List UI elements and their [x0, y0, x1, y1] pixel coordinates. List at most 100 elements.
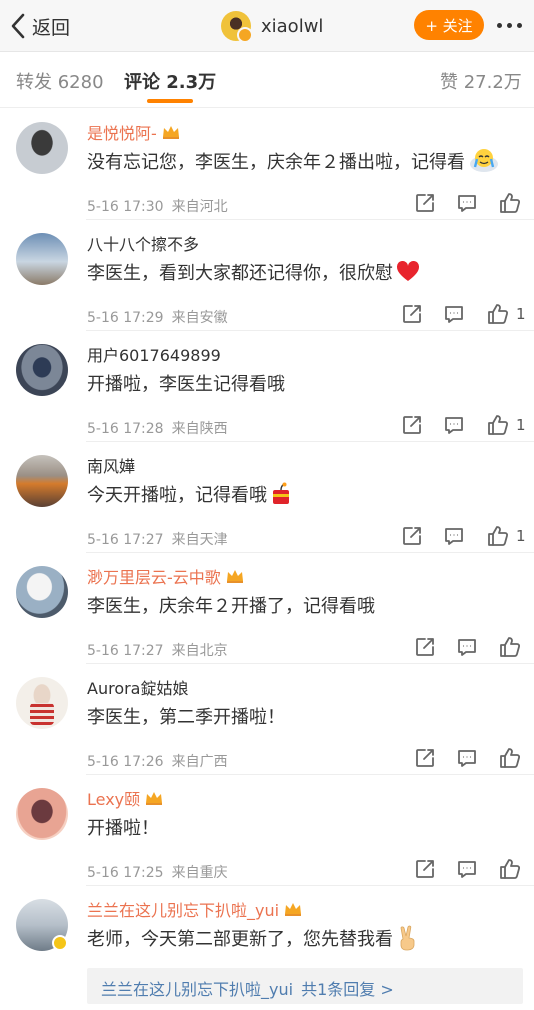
chevron-left-icon: [11, 13, 25, 39]
comment-list: 是悦悦阿- 没有忘记您，李医生，庆余年２播出啦，记得看 5-16 17:30 来自…: [0, 108, 534, 996]
share-icon[interactable]: [414, 635, 438, 659]
comment-text: 没有忘记您，李医生，庆余年２播出啦，记得看: [87, 148, 500, 174]
comment-author[interactable]: 八十八个擦不多: [87, 231, 199, 255]
tab-bar: 转发 6280 评论 2.3万 赞 27.2万: [0, 52, 534, 108]
comment-text: 开播啦，李医生记得看哦: [87, 374, 285, 395]
share-icon[interactable]: [401, 302, 425, 326]
like-icon[interactable]: [498, 857, 522, 881]
firecracker-emoji: [273, 482, 289, 504]
follow-button[interactable]: + 关注: [414, 10, 484, 40]
avatar[interactable]: [16, 122, 68, 174]
avatar[interactable]: [16, 566, 68, 618]
like-icon[interactable]: [498, 191, 522, 215]
comment-meta: 5-16 17:26 来自广西: [87, 751, 228, 771]
comment-icon[interactable]: [456, 191, 480, 215]
comment-icon[interactable]: [456, 857, 480, 881]
comment-icon[interactable]: [456, 746, 480, 770]
like-count: 1: [516, 527, 526, 545]
avatar[interactable]: [16, 788, 68, 840]
comment-item: Lexy颐 开播啦！ 5-16 17:25 来自重庆: [0, 774, 534, 885]
avatar[interactable]: [16, 455, 68, 507]
comment-icon[interactable]: [443, 413, 467, 437]
verified-badge: [52, 935, 68, 951]
comment-location: 来自天津: [171, 532, 228, 548]
comment-author[interactable]: 用户6017649899: [87, 342, 221, 366]
comment-meta: 5-16 17:27 来自天津: [87, 529, 228, 549]
active-tab-indicator: [147, 99, 193, 103]
share-icon[interactable]: [401, 524, 425, 548]
reply-author[interactable]: 兰兰在这儿别忘下扒啦_yui: [101, 980, 293, 999]
comment-location: 来自安徽: [171, 310, 228, 326]
crown-icon: [226, 570, 243, 583]
comment-icon[interactable]: [443, 302, 467, 326]
share-icon[interactable]: [414, 191, 438, 215]
avatar[interactable]: [221, 11, 253, 43]
share-icon[interactable]: [414, 857, 438, 881]
comment-item: 是悦悦阿- 没有忘记您，李医生，庆余年２播出啦，记得看 5-16 17:30 来自…: [0, 108, 534, 219]
comment-meta: 5-16 17:27 来自北京: [87, 640, 228, 660]
avatar[interactable]: [16, 233, 68, 285]
comment-meta: 5-16 17:29 来自安徽: [87, 307, 228, 327]
nav-header: 返回 xiaolwl + 关注: [0, 0, 534, 52]
comment-author[interactable]: 渺万里层云-云中歌: [87, 564, 245, 588]
comment-meta: 5-16 17:30 来自河北: [87, 196, 228, 216]
comment-text: 李医生，第二季开播啦！: [87, 707, 285, 728]
username[interactable]: xiaolwl: [261, 16, 323, 37]
comment-icon[interactable]: [456, 635, 480, 659]
like-count: 1: [516, 305, 526, 323]
like-icon[interactable]: 1: [486, 524, 526, 548]
comment-time: 5-16 17:27: [87, 643, 164, 659]
avatar[interactable]: [16, 899, 68, 951]
reply-preview[interactable]: 兰兰在这儿别忘下扒啦_yui 共1条回复 >: [87, 968, 523, 1004]
comment-location: 来自重庆: [171, 865, 228, 881]
back-label: 返回: [32, 16, 71, 39]
comment-item: Aurora錠姑娘 李医生，第二季开播啦！ 5-16 17:26 来自广西: [0, 663, 534, 774]
comment-item: 南风嬅 今天开播啦，记得看哦 5-16 17:27 来自天津 1: [0, 441, 534, 552]
like-icon[interactable]: [498, 635, 522, 659]
avatar[interactable]: [16, 677, 68, 729]
more-icon[interactable]: [492, 10, 526, 40]
comment-text: 老师，今天第二部更新了，您先替我看: [87, 925, 420, 951]
comment-location: 来自河北: [171, 199, 228, 215]
tab-likes[interactable]: 赞 27.2万: [440, 68, 522, 94]
comment-text: 今天开播啦，记得看哦: [87, 481, 292, 507]
reply-count[interactable]: 共1条回复 >: [301, 980, 394, 999]
avatar[interactable]: [16, 344, 68, 396]
tab-comments[interactable]: 评论 2.3万: [124, 68, 216, 94]
comment-item: 渺万里层云-云中歌 李医生，庆余年２开播了，记得看哦 5-16 17:27 来自北…: [0, 552, 534, 663]
comment-text: 开播啦！: [87, 818, 159, 839]
comment-time: 5-16 17:28: [87, 421, 164, 437]
comment-location: 来自广西: [171, 754, 228, 770]
like-icon[interactable]: [498, 746, 522, 770]
crown-icon: [285, 903, 302, 916]
comment-meta: 5-16 17:28 来自陕西: [87, 418, 228, 438]
comment-meta: 5-16 17:25 来自重庆: [87, 862, 228, 882]
victory-hand-emoji: [400, 925, 415, 951]
like-icon[interactable]: 1: [486, 302, 526, 326]
crying-emoji: [470, 149, 498, 172]
comment-time: 5-16 17:27: [87, 532, 164, 548]
profile-link[interactable]: xiaolwl: [221, 9, 323, 43]
share-icon[interactable]: [414, 746, 438, 770]
comment-author[interactable]: Lexy颐: [87, 786, 164, 810]
comment-author[interactable]: 南风嬅: [87, 453, 135, 477]
comment-icon[interactable]: [443, 524, 467, 548]
comment-author[interactable]: 兰兰在这儿别忘下扒啦_yui: [87, 897, 303, 921]
comment-time: 5-16 17:30: [87, 199, 164, 215]
comment-time: 5-16 17:26: [87, 754, 164, 770]
comment-item: 用户6017649899 开播啦，李医生记得看哦 5-16 17:28 来自陕西 …: [0, 330, 534, 441]
back-button[interactable]: 返回: [10, 8, 70, 44]
like-icon[interactable]: 1: [486, 413, 526, 437]
share-icon[interactable]: [401, 413, 425, 437]
comment-author[interactable]: 是悦悦阿-: [87, 120, 181, 144]
comment-time: 5-16 17:25: [87, 865, 164, 881]
heart-emoji: [396, 261, 420, 281]
comment-author[interactable]: Aurora錠姑娘: [87, 675, 189, 699]
comment-text: 李医生，看到大家都还记得你，很欣慰: [87, 259, 420, 285]
crown-icon: [146, 792, 163, 805]
crown-icon: [162, 126, 179, 139]
comment-text: 李医生，庆余年２开播了，记得看哦: [87, 596, 375, 617]
like-count: 1: [516, 416, 526, 434]
comment-location: 来自陕西: [171, 421, 228, 437]
tab-reposts[interactable]: 转发 6280: [16, 68, 104, 94]
